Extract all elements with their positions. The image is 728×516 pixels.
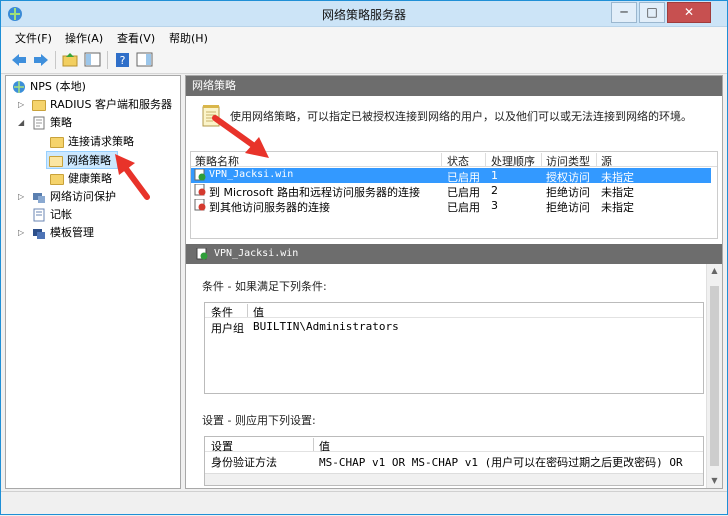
policy-source: 未指定 [601, 201, 634, 214]
policy-status: 已启用 [447, 201, 480, 214]
help-icon[interactable]: ? [113, 51, 133, 69]
status-bar [1, 491, 727, 513]
globe-icon [13, 81, 25, 93]
toolbar: ? [1, 47, 727, 74]
tree-item-nap[interactable]: ▷ 网络访问保护 [10, 188, 178, 206]
tree-label-network-policies: 网络策略 [67, 154, 111, 167]
policy-deny-icon [194, 184, 206, 196]
folder-icon [50, 174, 64, 185]
tree-item-network-policies[interactable]: 网络策略 [46, 151, 118, 169]
tree-item-nps-root[interactable]: NPS (本地) [10, 78, 178, 96]
menu-action[interactable]: 操作(A) [65, 30, 103, 46]
scroll-thumb[interactable] [710, 286, 719, 466]
pane-description: 使用网络策略，可以指定已被授权连接到网络的用户，以及他们可以或无法连接到网络的环… [230, 110, 692, 123]
notepad-icon [202, 105, 220, 127]
col-processing-order[interactable]: 处理顺序 [491, 153, 535, 169]
tree-item-policies[interactable]: ◢ 策略 [10, 114, 178, 132]
maximize-button[interactable]: □ [639, 2, 665, 23]
policy-order: 3 [491, 199, 498, 212]
minimize-button[interactable]: ─ [611, 2, 637, 23]
tree-label-conn-req: 连接请求策略 [68, 135, 134, 148]
policy-order: 1 [491, 169, 498, 182]
menu-bar: 文件(F) 操作(A) 查看(V) 帮助(H) [1, 27, 727, 47]
tree-label-policies: 策略 [50, 116, 72, 129]
back-arrow-icon[interactable] [9, 51, 29, 69]
tree-item-connection-request[interactable]: 连接请求策略 [10, 133, 178, 151]
menu-help[interactable]: 帮助(H) [169, 30, 208, 46]
cond-col-value[interactable]: 值 [253, 304, 264, 320]
policy-allow-icon [196, 248, 208, 260]
cond-row-value: BUILTIN\Administrators [253, 320, 399, 333]
expand-arrow-icon[interactable]: ▷ [18, 96, 28, 114]
detail-header: VPN_Jacksi.win [186, 244, 722, 264]
scroll-down-icon[interactable]: ▼ [709, 476, 720, 486]
policy-access: 拒绝访问 [546, 201, 590, 214]
vertical-scrollbar[interactable]: ▲ ▼ [706, 264, 722, 488]
forward-arrow-icon[interactable] [31, 51, 51, 69]
set-row-value: MS-CHAP v1 OR MS-CHAP v1 (用户可以在密码过期之后更改密… [319, 456, 687, 469]
expand-arrow-icon[interactable]: ▷ [18, 224, 28, 242]
conditions-table: 条件 值 用户组 BUILTIN\Administrators [204, 302, 704, 394]
tree-item-health-policies[interactable]: 健康策略 [10, 170, 178, 188]
settings-title: 设置 - 则应用下列设置: [202, 414, 316, 427]
policy-list-header: 策略名称 状态 处理顺序 访问类型 源 [191, 152, 717, 169]
cond-row-condition: 用户组 [211, 322, 244, 335]
expand-arrow-icon[interactable]: ▷ [18, 188, 28, 206]
folder-icon [32, 100, 46, 111]
title-bar: 网络策略服务器 ─ □ ✕ [1, 1, 727, 27]
nps-window: 网络策略服务器 ─ □ ✕ 文件(F) 操作(A) 查看(V) 帮助(H) ? [0, 0, 728, 515]
cond-col-condition[interactable]: 条件 [211, 304, 233, 320]
results-pane: 网络策略 使用网络策略，可以指定已被授权连接到网络的用户，以及他们可以或无法连接… [185, 75, 723, 489]
accounting-icon [33, 208, 45, 222]
policy-row[interactable]: 到其他访问服务器的连接 已启用 3 拒绝访问 未指定 [191, 198, 711, 214]
policy-name: VPN_Jacksi.win [209, 169, 294, 180]
policy-row[interactable]: 到 Microsoft 路由和远程访问服务器的连接 已启用 2 拒绝访问 未指定 [191, 183, 711, 199]
policy-allow-icon [194, 169, 206, 181]
tree-label-templates: 模板管理 [50, 226, 94, 239]
tree-item-accounting[interactable]: 记帐 [10, 206, 178, 224]
col-source[interactable]: 源 [601, 153, 612, 169]
close-button[interactable]: ✕ [667, 2, 711, 23]
folder-icon [50, 137, 64, 148]
tree-label-nap: 网络访问保护 [50, 190, 116, 203]
tree-label-health: 健康策略 [68, 172, 112, 185]
scroll-up-icon[interactable]: ▲ [709, 266, 720, 276]
horizontal-scrollbar[interactable] [205, 473, 703, 485]
settings-table: 设置 值 身份验证方法 MS-CHAP v1 OR MS-CHAP v1 (用户… [204, 436, 704, 486]
conditions-title: 条件 - 如果满足下列条件: [202, 280, 327, 293]
tree-label-radius: RADIUS 客户端和服务器 [50, 98, 172, 111]
policy-order: 2 [491, 184, 498, 197]
tree-label-root: NPS (本地) [30, 80, 86, 93]
tree-item-radius[interactable]: ▷ RADIUS 客户端和服务器 [10, 96, 178, 114]
svg-text:?: ? [120, 54, 126, 67]
open-folder-icon [49, 156, 63, 167]
properties-pane-icon[interactable] [135, 51, 155, 69]
menu-file[interactable]: 文件(F) [15, 30, 52, 46]
up-folder-icon[interactable] [61, 51, 81, 69]
set-col-value[interactable]: 值 [319, 438, 330, 454]
network-protection-icon [33, 193, 45, 203]
col-access-type[interactable]: 访问类型 [546, 153, 590, 169]
col-policy-name[interactable]: 策略名称 [195, 153, 239, 169]
policy-row[interactable]: VPN_Jacksi.win 已启用 1 授权访问 未指定 [191, 168, 711, 184]
policy-list: 策略名称 状态 处理顺序 访问类型 源 VPN_Jacksi.win 已启用 1… [190, 151, 718, 239]
show-hide-tree-icon[interactable] [83, 51, 103, 69]
menu-view[interactable]: 查看(V) [117, 30, 155, 46]
set-col-setting[interactable]: 设置 [211, 438, 233, 454]
tree-item-templates[interactable]: ▷ 模板管理 [10, 224, 178, 242]
detail-title: VPN_Jacksi.win [214, 248, 299, 259]
policy-deny-icon [194, 199, 206, 211]
detail-panel: 条件 - 如果满足下列条件: 条件 值 用户组 BUILTIN\Administ… [186, 264, 722, 488]
tree-label-accounting: 记帐 [50, 208, 72, 221]
policy-name: 到其他访问服务器的连接 [209, 201, 330, 214]
pane-header: 网络策略 [186, 76, 722, 96]
collapse-arrow-icon[interactable]: ◢ [18, 114, 28, 132]
col-status[interactable]: 状态 [447, 153, 469, 169]
templates-icon [33, 229, 45, 239]
console-tree: NPS (本地) ▷ RADIUS 客户端和服务器 ◢ 策略 连接请求策略 网络… [5, 75, 181, 489]
policy-document-icon [33, 116, 45, 130]
set-row-setting: 身份验证方法 [211, 456, 277, 469]
